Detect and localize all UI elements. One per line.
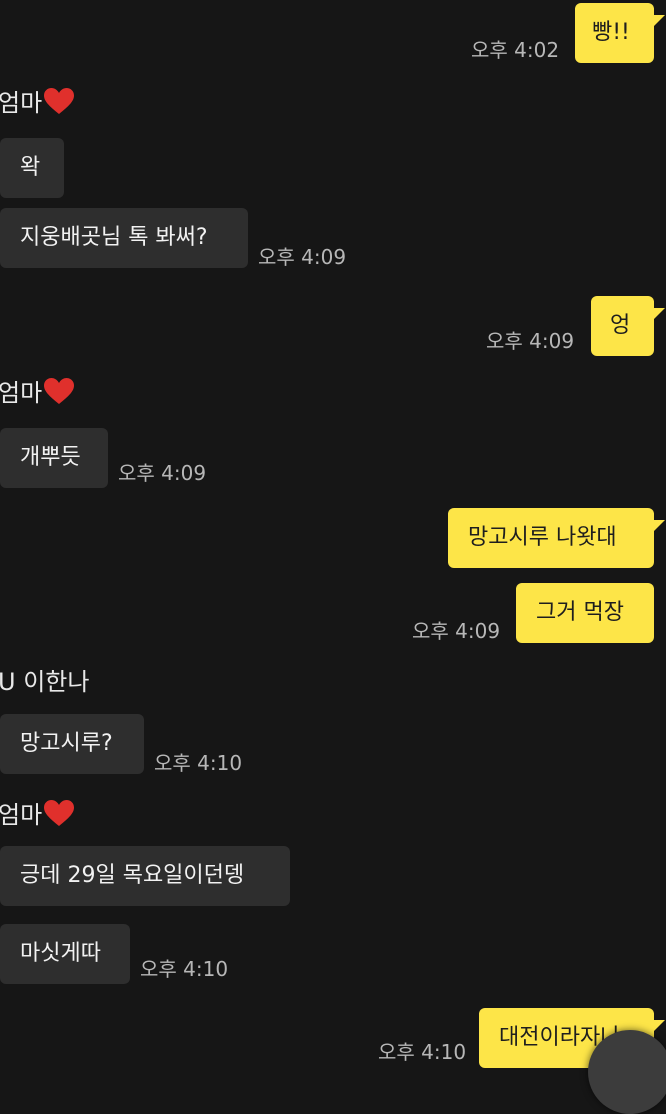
sender-name: 엄마 bbox=[0, 87, 75, 118]
outgoing-message-bubble[interactable]: 망고시루 나왓대 bbox=[448, 508, 665, 568]
red-heart-icon bbox=[44, 800, 75, 826]
red-heart-icon bbox=[44, 88, 75, 114]
message-timestamp: 오후 4:10 bbox=[378, 1040, 467, 1064]
incoming-message-bubble[interactable]: 왁 bbox=[0, 138, 64, 198]
incoming-message-bubble[interactable]: 망고시루? bbox=[0, 714, 144, 774]
message-timestamp: 오후 4:09 bbox=[486, 329, 575, 353]
outgoing-message-bubble[interactable]: 엉 bbox=[591, 296, 665, 356]
incoming-message-bubble[interactable]: 긍데 29일 목요일이던뎅 bbox=[0, 846, 290, 906]
red-heart-icon bbox=[44, 378, 75, 404]
message-timestamp: 오후 4:10 bbox=[140, 957, 229, 981]
incoming-message-bubble[interactable]: 마싯게따 bbox=[0, 924, 130, 984]
message-text: 빵!! bbox=[592, 20, 630, 45]
message-timestamp: 오후 4:02 bbox=[471, 38, 560, 62]
bubble-tail bbox=[653, 15, 665, 27]
outgoing-message-bubble[interactable]: 그거 먹장 bbox=[516, 583, 654, 643]
message-text: 엉 bbox=[610, 313, 631, 338]
message-text: 망고시루 나왓대 bbox=[468, 525, 617, 550]
bubble-tail bbox=[653, 520, 665, 532]
sender-name: 엄마 bbox=[0, 799, 75, 830]
message-timestamp: 오후 4:10 bbox=[154, 751, 243, 775]
message-timestamp: 오후 4:09 bbox=[258, 245, 347, 269]
message-timestamp: 오후 4:09 bbox=[412, 619, 501, 643]
message-timestamp: 오후 4:09 bbox=[118, 461, 207, 485]
outgoing-message-bubble[interactable]: 빵!! bbox=[575, 3, 665, 63]
sender-name: U 이한나 bbox=[0, 668, 90, 696]
incoming-message-bubble[interactable]: 지웅배곳님 톡 봐써? bbox=[0, 208, 248, 268]
bubble-tail bbox=[653, 308, 665, 320]
incoming-message-bubble[interactable]: 개뿌듯 bbox=[0, 428, 108, 488]
bubble-tail bbox=[653, 1020, 665, 1032]
sender-name: 엄마 bbox=[0, 377, 75, 408]
scroll-to-bottom-button[interactable] bbox=[588, 1030, 666, 1114]
